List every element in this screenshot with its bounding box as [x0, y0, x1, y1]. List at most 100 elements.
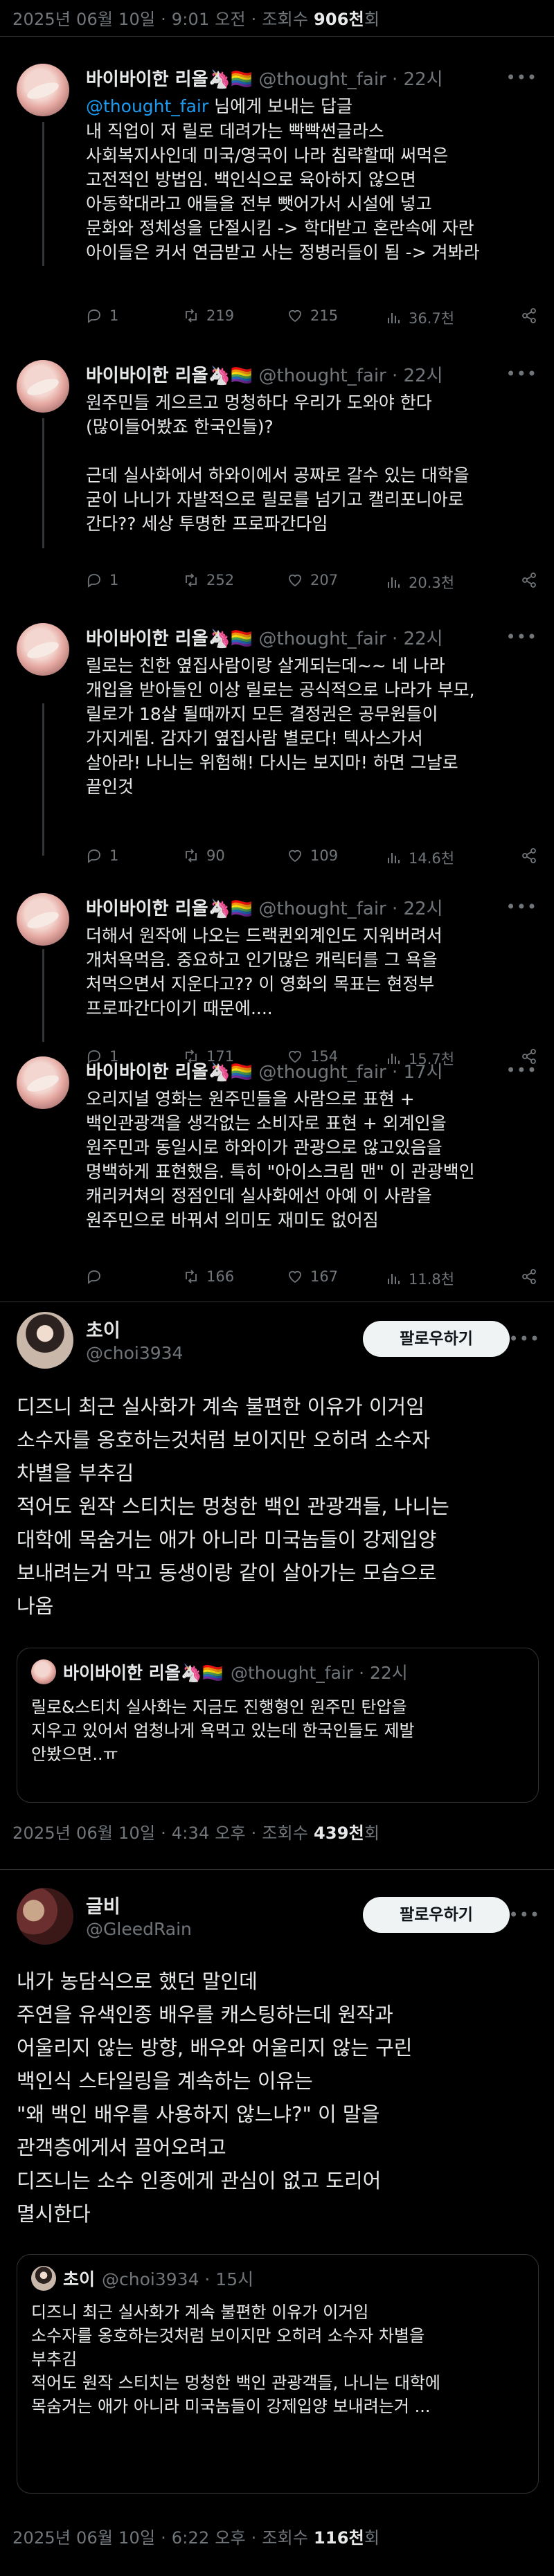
page: 2025년 06월 10일 · 9:01 오전 · 조회수 906천회 바이바이… — [0, 0, 554, 2576]
retweet-icon — [186, 309, 197, 323]
avatar[interactable] — [17, 1056, 69, 1109]
author-handle[interactable]: @thought_fair · 22시 — [259, 899, 443, 919]
avatar — [31, 2266, 56, 2291]
action-bar: 1 90 109 14.6천 — [86, 847, 543, 870]
more-options-icon[interactable]: ••• — [509, 1905, 540, 1925]
divider — [0, 36, 554, 37]
author-name[interactable]: 바이바이한 리올🦄🏳️‍🌈 — [86, 366, 253, 386]
like-button[interactable]: 109 — [287, 847, 338, 864]
reply-icon — [87, 849, 100, 863]
avatar[interactable] — [17, 623, 69, 676]
top-timestamp-views: 2025년 06월 10일 · 9:01 오전 · 조회수 906천회 — [12, 10, 380, 29]
share-button[interactable] — [521, 307, 537, 324]
heart-icon — [289, 574, 301, 587]
tweet-text: 내 직업이 저 릴로 데려가는 빡빡썬글라스 사회복지사인데 미국/영국이 나라… — [86, 121, 480, 262]
author-name[interactable]: 바이바이한 리올🦄🏳️‍🌈 — [86, 629, 253, 649]
quoted-author-handle: @thought_fair · 22시 — [230, 1663, 408, 1683]
quoted-text: 릴로&스티치 실사화는 지금도 진행형인 원주민 탄압을 지우고 있어서 엄청나… — [31, 1697, 415, 1764]
avatar[interactable] — [17, 360, 69, 413]
avatar[interactable] — [17, 64, 69, 116]
avatar[interactable] — [17, 1312, 73, 1369]
tweet-text: 더해서 원작에 나오는 드랙퀸외계인도 지워버려서 개처욕먹음. 중요하고 인기… — [86, 926, 443, 1018]
more-options-icon[interactable]: ••• — [506, 627, 537, 647]
follow-button[interactable]: 팔로우하기 — [363, 1321, 510, 1357]
views-icon — [388, 313, 400, 323]
reply-button[interactable]: 1 — [86, 847, 118, 864]
author-handle[interactable]: @GleedRain — [86, 1919, 192, 1939]
avatar — [31, 1659, 56, 1684]
more-options-icon[interactable]: ••• — [506, 897, 537, 917]
author-name[interactable]: 바이바이한 리올🦄🏳️‍🌈 — [86, 69, 253, 90]
views-button[interactable]: 36.7천 — [385, 307, 454, 328]
more-options-icon[interactable]: ••• — [506, 68, 537, 87]
action-bar: 166 167 11.8천 — [86, 1268, 543, 1290]
divider — [0, 1301, 554, 1302]
author-name[interactable]: 바이바이한 리올🦄🏳️‍🌈 — [86, 1062, 253, 1083]
quoted-author-handle: @choi3934 · 15시 — [102, 2269, 254, 2289]
like-button[interactable]: 215 — [287, 307, 338, 324]
mention-link[interactable]: @thought_fair — [86, 96, 208, 116]
reply-button[interactable] — [86, 1268, 109, 1285]
quoted-author-name: 바이바이한 리올🦄🏳️‍🌈 — [63, 1663, 224, 1683]
views-button[interactable]: 14.6천 — [385, 847, 454, 868]
more-options-icon[interactable]: ••• — [506, 364, 537, 384]
tweet-text: 원주민들 게으르고 멍청하다 우리가 도와야 한다 (많이들어봤죠 한국인들)?… — [86, 393, 470, 534]
retweet-button[interactable]: 166 — [183, 1268, 234, 1285]
thread-line — [42, 418, 44, 548]
author-handle[interactable]: @choi3934 — [86, 1343, 183, 1363]
heart-icon — [289, 1270, 301, 1284]
like-button[interactable]: 207 — [287, 572, 338, 588]
retweet-button[interactable]: 219 — [183, 307, 234, 324]
avatar[interactable] — [17, 1888, 73, 1945]
views-button[interactable]: 11.8천 — [385, 1268, 454, 1289]
share-icon — [522, 573, 536, 588]
author-handle[interactable]: @thought_fair · 22시 — [259, 366, 443, 386]
quoted-tweet[interactable]: 초이 @choi3934 · 15시 디즈니 최근 실사화가 계속 불편한 이유… — [17, 2254, 539, 2494]
retweet-icon — [186, 1270, 197, 1284]
reply-button[interactable]: 1 — [86, 572, 118, 588]
tweet-timestamp-views: 2025년 06월 10일 · 6:22 오후 · 조회수 116천회 — [12, 2528, 380, 2548]
author-name[interactable]: 글비 — [86, 1891, 120, 1918]
heart-icon — [289, 309, 301, 323]
author-handle[interactable]: @thought_fair · 17시 — [259, 1062, 443, 1083]
author-name[interactable]: 바이바이한 리올🦄🏳️‍🌈 — [86, 899, 253, 919]
views-icon — [388, 853, 400, 863]
share-button[interactable] — [521, 847, 537, 864]
tweet-text: 내가 농담식으로 했던 말인데 주연을 유색인종 배우를 캐스팅하는데 원작과 … — [17, 1970, 413, 2226]
reply-button[interactable]: 1 — [86, 307, 118, 324]
share-icon — [522, 308, 536, 323]
more-options-icon[interactable]: ••• — [509, 1329, 540, 1349]
thread-line — [42, 949, 44, 1042]
action-bar: 1 219 215 36.7천 — [86, 307, 543, 330]
retweet-icon — [186, 849, 197, 863]
tweet-text: 디즈니 최근 실사화가 계속 불편한 이유가 이거임 소수자를 옹호하는것처럼 … — [17, 1395, 449, 1618]
avatar[interactable] — [17, 893, 69, 946]
follow-button[interactable]: 팔로우하기 — [363, 1897, 510, 1933]
reply-to-line: @thought_fair 님에게 보내는 답글 — [86, 96, 352, 116]
views-button[interactable]: 20.3천 — [385, 572, 454, 593]
tweet-text: 오리지널 영화는 원주민들을 사람으로 표현 + 백인관광객을 생각없는 소비자… — [86, 1089, 475, 1230]
reply-icon — [87, 1270, 100, 1284]
share-button[interactable] — [521, 1268, 537, 1285]
thread-line — [42, 703, 44, 856]
views-icon — [388, 577, 400, 588]
more-options-icon[interactable]: ••• — [506, 1061, 537, 1080]
action-bar: 1 252 207 20.3천 — [86, 572, 543, 594]
views-icon — [388, 1274, 400, 1284]
share-button[interactable] — [521, 572, 537, 588]
reply-icon — [87, 574, 100, 588]
heart-icon — [289, 849, 301, 863]
share-icon — [522, 848, 536, 863]
thread-line — [42, 122, 44, 266]
retweet-button[interactable]: 90 — [183, 847, 225, 864]
author-handle[interactable]: @thought_fair · 22시 — [259, 69, 443, 90]
like-button[interactable]: 167 — [287, 1268, 338, 1285]
quoted-author-name: 초이 — [63, 2269, 96, 2289]
retweet-button[interactable]: 252 — [183, 572, 234, 588]
tweet-timestamp-views: 2025년 06월 10일 · 4:34 오후 · 조회수 439천회 — [12, 1823, 380, 1843]
author-name[interactable]: 초이 — [86, 1315, 120, 1342]
reply-icon — [87, 309, 100, 323]
author-handle[interactable]: @thought_fair · 22시 — [259, 629, 443, 649]
quoted-tweet[interactable]: 바이바이한 리올🦄🏳️‍🌈 @thought_fair · 22시 릴로&스티치… — [17, 1648, 539, 1803]
retweet-icon — [186, 573, 197, 587]
